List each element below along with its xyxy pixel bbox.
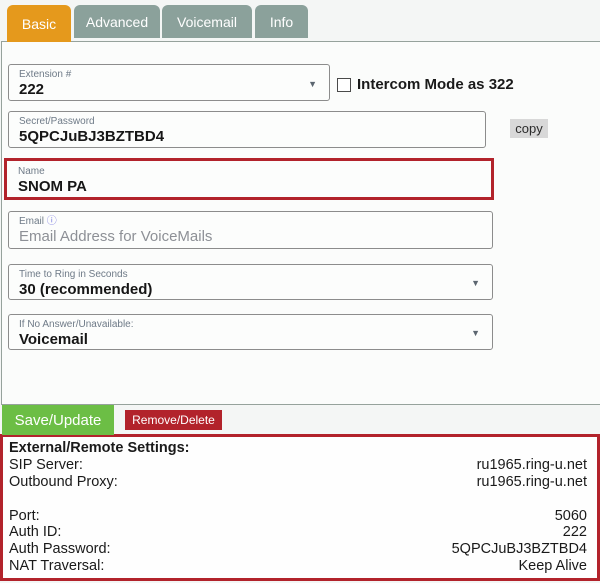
- chevron-down-icon[interactable]: ▼: [471, 278, 480, 288]
- ring-time-select[interactable]: Time to Ring in Seconds 30 (recommended)…: [8, 264, 493, 300]
- extension-value: 222: [19, 81, 319, 99]
- no-answer-label: If No Answer/Unavailable:: [19, 319, 482, 331]
- chevron-down-icon[interactable]: ▼: [308, 79, 317, 89]
- auth-id-value: 222: [563, 524, 587, 541]
- tab-voicemail-label: Voicemail: [177, 14, 237, 30]
- port-row: Port: 5060: [9, 508, 587, 525]
- tab-advanced[interactable]: Advanced: [74, 5, 160, 38]
- auth-password-value: 5QPCJuBJ3BZTBD4: [452, 541, 587, 558]
- name-field[interactable]: Name SNOM PA: [4, 158, 494, 200]
- no-answer-select[interactable]: If No Answer/Unavailable: Voicemail ▼: [8, 314, 493, 350]
- port-value: 5060: [555, 508, 587, 525]
- save-update-button[interactable]: Save/Update: [2, 405, 114, 435]
- nat-traversal-value: Keep Alive: [518, 558, 587, 575]
- extension-select[interactable]: Extension # 222 ▼: [8, 64, 330, 101]
- outbound-proxy-label: Outbound Proxy:: [9, 474, 118, 491]
- email-field[interactable]: Email ⓘ Email Address for VoiceMails: [8, 211, 493, 249]
- secret-password-field[interactable]: Secret/Password 5QPCJuBJ3BZTBD4: [8, 111, 486, 148]
- auth-id-row: Auth ID: 222: [9, 524, 587, 541]
- secret-password-value: 5QPCJuBJ3BZTBD4: [19, 128, 475, 146]
- nat-traversal-row: NAT Traversal: Keep Alive: [9, 558, 587, 575]
- port-label: Port:: [9, 508, 40, 525]
- chevron-down-icon[interactable]: ▼: [471, 328, 480, 338]
- nat-traversal-label: NAT Traversal:: [9, 558, 104, 575]
- secret-password-label: Secret/Password: [19, 116, 475, 128]
- intercom-mode-checkbox[interactable]: [337, 78, 351, 92]
- no-answer-value: Voicemail: [19, 331, 482, 349]
- external-settings-title: External/Remote Settings:: [9, 440, 587, 457]
- outbound-proxy-row: Outbound Proxy: ru1965.ring-u.net: [9, 474, 587, 491]
- sip-server-label: SIP Server:: [9, 457, 83, 474]
- auth-password-label: Auth Password:: [9, 541, 111, 558]
- intercom-mode-label: Intercom Mode as 322: [357, 76, 514, 93]
- ring-time-label: Time to Ring in Seconds: [19, 269, 482, 281]
- tab-info[interactable]: Info: [255, 5, 308, 38]
- tab-basic-label: Basic: [22, 16, 56, 32]
- outbound-proxy-value: ru1965.ring-u.net: [477, 474, 587, 491]
- auth-id-label: Auth ID:: [9, 524, 61, 541]
- email-placeholder: Email Address for VoiceMails: [19, 228, 482, 246]
- tab-voicemail[interactable]: Voicemail: [162, 5, 252, 38]
- sip-server-row: SIP Server: ru1965.ring-u.net: [9, 457, 587, 474]
- tab-advanced-label: Advanced: [86, 14, 148, 30]
- email-label: Email ⓘ: [19, 216, 482, 228]
- info-icon[interactable]: ⓘ: [47, 216, 57, 227]
- tab-basic[interactable]: Basic: [7, 5, 71, 42]
- extension-label: Extension #: [19, 69, 319, 81]
- tab-info-label: Info: [270, 14, 293, 30]
- ring-time-value: 30 (recommended): [19, 281, 482, 299]
- remove-delete-button[interactable]: Remove/Delete: [125, 410, 222, 430]
- external-remote-settings-box: External/Remote Settings: SIP Server: ru…: [0, 434, 600, 581]
- external-settings-spacer: [9, 491, 587, 508]
- name-value: SNOM PA: [18, 178, 481, 196]
- sip-server-value: ru1965.ring-u.net: [477, 457, 587, 474]
- copy-button[interactable]: copy: [510, 119, 548, 138]
- name-label: Name: [18, 166, 481, 178]
- auth-password-row: Auth Password: 5QPCJuBJ3BZTBD4: [9, 541, 587, 558]
